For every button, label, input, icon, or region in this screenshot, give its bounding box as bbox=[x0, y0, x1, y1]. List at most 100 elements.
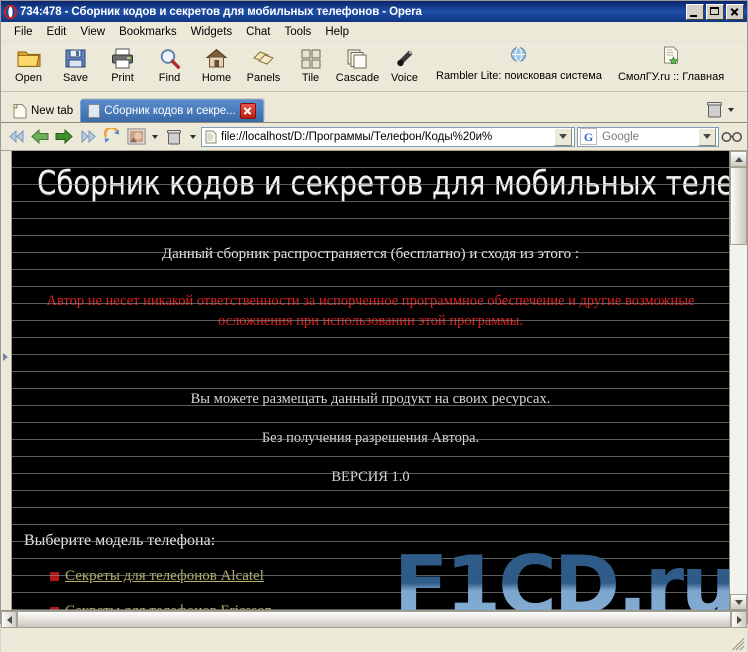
scroll-left-button[interactable] bbox=[1, 611, 17, 628]
rewind-icon bbox=[8, 129, 23, 144]
horizontal-scrollbar[interactable] bbox=[1, 610, 747, 628]
scroll-right-button[interactable] bbox=[731, 611, 747, 628]
horizontal-scroll-track[interactable] bbox=[17, 611, 731, 628]
floppy-disk-icon bbox=[65, 46, 86, 71]
close-button[interactable] bbox=[726, 3, 744, 20]
reload-button[interactable] bbox=[101, 126, 123, 148]
search-field[interactable]: G Google bbox=[577, 126, 719, 147]
toolbar-button-save[interactable]: Save bbox=[52, 44, 99, 84]
search-placeholder: Google bbox=[602, 130, 640, 143]
reload-icon bbox=[103, 128, 120, 143]
image-toggle-icon bbox=[127, 128, 145, 145]
link-ericsson[interactable]: Секреты для телефонов Ericsson bbox=[65, 603, 272, 610]
toolbar-button-open[interactable]: Open bbox=[5, 44, 52, 84]
rewind-button[interactable] bbox=[5, 126, 27, 148]
panel-strip[interactable] bbox=[1, 151, 12, 610]
resize-grip-icon[interactable] bbox=[732, 638, 745, 651]
status-bar bbox=[1, 628, 747, 652]
folder-icon bbox=[17, 46, 41, 71]
tab-bar: New tab Сборник кодов и секре... bbox=[1, 92, 747, 123]
scroll-down-button[interactable] bbox=[730, 594, 747, 610]
chevron-down-icon[interactable] bbox=[728, 107, 734, 112]
printer-icon bbox=[111, 46, 135, 71]
menu-item-help[interactable]: Help bbox=[318, 25, 356, 39]
minimize-button[interactable] bbox=[686, 3, 704, 20]
toolbar-button-home[interactable]: Home bbox=[193, 44, 240, 84]
maximize-button[interactable] bbox=[706, 3, 724, 20]
menu-label: Help bbox=[325, 25, 349, 38]
bookmark-rambler-lite[interactable]: Rambler Lite: поисковая система bbox=[428, 44, 610, 82]
image-toggle-chevron-icon[interactable] bbox=[152, 134, 158, 139]
window-controls bbox=[686, 3, 744, 20]
fast-forward-button[interactable] bbox=[77, 126, 99, 148]
chevron-down-icon bbox=[559, 134, 567, 139]
menu-item-widgets[interactable]: Widgets bbox=[184, 25, 240, 39]
document-body: Сборник кодов и секретов для мобильных т… bbox=[12, 151, 729, 610]
trash-button[interactable] bbox=[163, 126, 185, 148]
menu-item-edit[interactable]: Edit bbox=[40, 25, 74, 39]
triangle-left-icon bbox=[6, 615, 12, 624]
link-alcatel[interactable]: Секреты для телефонов Alcatel bbox=[65, 568, 264, 585]
menu-item-bookmarks[interactable]: Bookmarks bbox=[112, 25, 184, 39]
toolbar-button-print[interactable]: Print bbox=[99, 44, 146, 84]
opera-browser-window: 734:478 - Сборник кодов и секретов для м… bbox=[0, 0, 748, 652]
forward-button[interactable] bbox=[53, 126, 75, 148]
menu-item-chat[interactable]: Chat bbox=[239, 25, 277, 39]
bookmark-smolgu[interactable]: СмолГУ.ru :: Главная bbox=[610, 44, 732, 83]
scroll-up-button[interactable] bbox=[730, 151, 747, 167]
toolbar-button-panels[interactable]: Panels bbox=[240, 44, 287, 84]
menu-label: Bookmarks bbox=[119, 25, 177, 38]
glasses-icon bbox=[721, 131, 742, 142]
tab-new-tab[interactable]: New tab bbox=[6, 100, 80, 122]
page-star-icon bbox=[663, 46, 679, 69]
menu-item-file[interactable]: File bbox=[7, 25, 40, 39]
tab-label: Сборник кодов и секре... bbox=[104, 105, 236, 117]
triangle-up-icon bbox=[734, 156, 743, 162]
menu-label: Tools bbox=[284, 25, 312, 38]
search-dropdown-button[interactable] bbox=[698, 127, 716, 146]
toolbar-button-find[interactable]: Find bbox=[146, 44, 193, 84]
menu-item-tools[interactable]: Tools bbox=[277, 25, 318, 39]
toolbar-label: Voice bbox=[391, 72, 418, 84]
fast-forward-icon bbox=[81, 129, 96, 144]
toolbar-button-voice[interactable]: Voice bbox=[381, 44, 428, 84]
back-button[interactable] bbox=[29, 126, 51, 148]
chevron-down-icon bbox=[703, 134, 711, 139]
vertical-scrollbar[interactable] bbox=[729, 151, 747, 610]
trash-chevron-icon[interactable] bbox=[190, 134, 196, 139]
bookmark-label: Rambler Lite: поисковая система bbox=[436, 70, 602, 82]
toolbar-label: Home bbox=[201, 72, 232, 84]
main-toolbar: Open Save Print Find Home Panels Tile Ca… bbox=[1, 42, 747, 92]
zoom-button[interactable] bbox=[721, 126, 743, 148]
list-item[interactable]: Секреты для телефонов Ericsson bbox=[50, 603, 729, 610]
vertical-scroll-track[interactable] bbox=[730, 167, 747, 594]
panel-expand-icon[interactable] bbox=[3, 353, 8, 361]
toolbar-label: Cascade bbox=[335, 72, 380, 84]
url-dropdown-button[interactable] bbox=[554, 127, 572, 146]
arrow-right-icon bbox=[55, 129, 73, 144]
tab-trash-button[interactable] bbox=[707, 101, 737, 118]
cascade-icon bbox=[347, 46, 368, 71]
menu-item-view[interactable]: View bbox=[73, 25, 112, 39]
url-text: file://localhost/D:/Программы/Телефон/Ко… bbox=[221, 130, 493, 143]
window-title: 734:478 - Сборник кодов и секретов для м… bbox=[20, 5, 422, 18]
page-viewport: Сборник кодов и секретов для мобильных т… bbox=[12, 151, 729, 610]
page-permission-text: Вы можете размещать данный продукт на св… bbox=[190, 391, 551, 407]
tab-close-icon[interactable] bbox=[239, 103, 256, 119]
tab-active-page[interactable]: Сборник кодов и секре... bbox=[80, 99, 264, 122]
vertical-scroll-thumb[interactable] bbox=[730, 167, 747, 245]
menu-label: File bbox=[14, 25, 33, 38]
toolbar-label: Tile bbox=[301, 72, 320, 84]
menu-label: View bbox=[80, 25, 106, 38]
horizontal-scroll-thumb[interactable] bbox=[17, 611, 731, 628]
bookmark-label: СмолГУ.ru :: Главная bbox=[617, 71, 725, 83]
image-toggle-button[interactable] bbox=[125, 126, 147, 148]
toolbar-button-tile[interactable]: Tile bbox=[287, 44, 334, 84]
list-item[interactable]: Секреты для телефонов Alcatel bbox=[50, 568, 729, 585]
url-field[interactable]: file://localhost/D:/Программы/Телефон/Ко… bbox=[201, 126, 575, 147]
toolbar-button-cascade[interactable]: Cascade bbox=[334, 44, 381, 84]
page-title: Сборник кодов и секретов для мобильных т… bbox=[37, 163, 729, 202]
house-icon bbox=[205, 46, 228, 71]
trash-icon bbox=[707, 102, 722, 118]
toolbar-label: Panels bbox=[246, 72, 281, 84]
